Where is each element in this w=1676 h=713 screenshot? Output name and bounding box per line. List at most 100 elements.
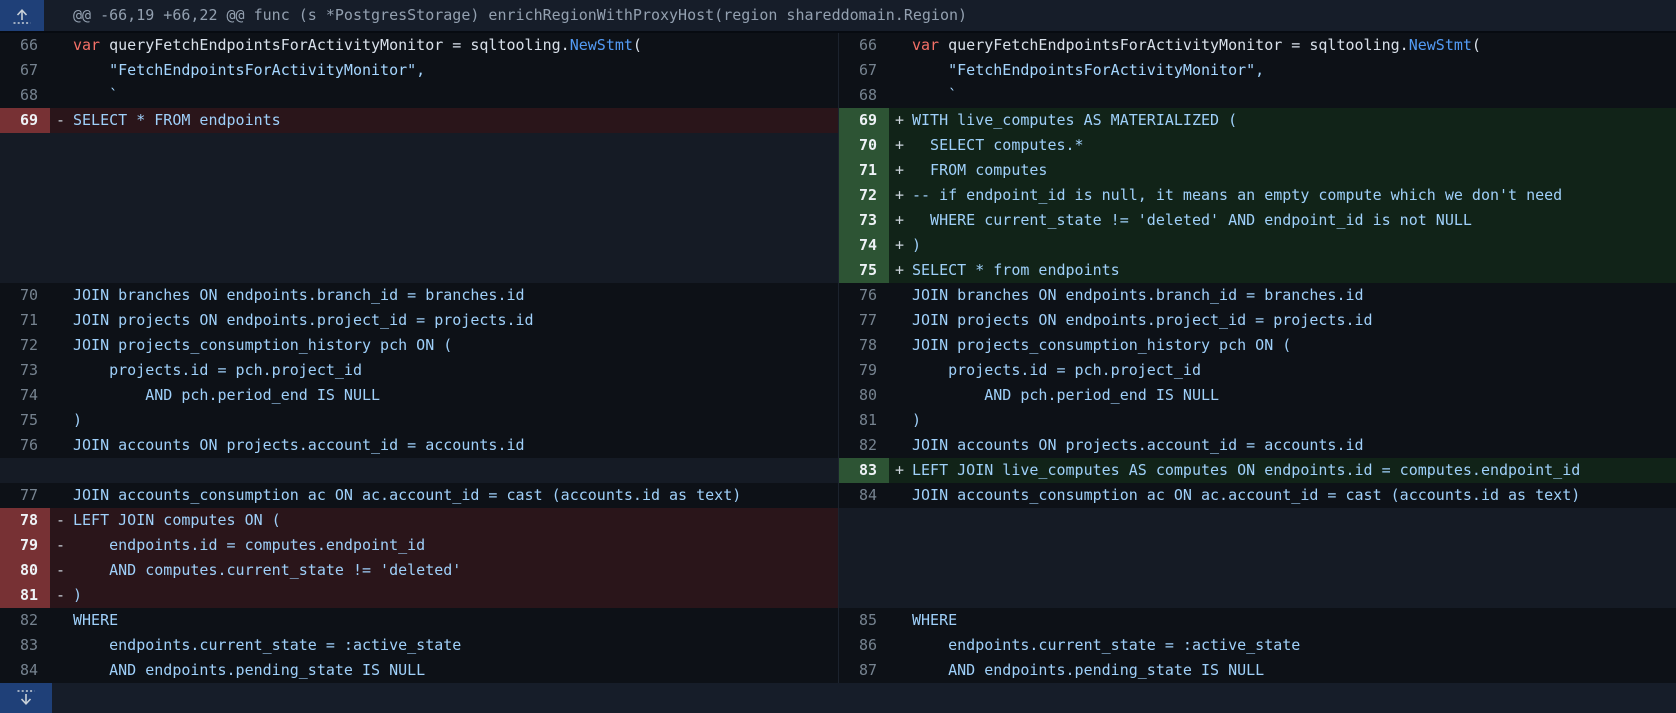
line-number[interactable]: 69 [839, 108, 889, 133]
line-number[interactable]: 79 [839, 358, 889, 383]
code-token: ( [1472, 36, 1481, 54]
code-line: JOIN accounts_consumption ac ON ac.accou… [73, 483, 838, 508]
line-number[interactable]: 84 [0, 658, 50, 683]
diff-marker: - [50, 108, 73, 133]
code-line: endpoints.current_state = :active_state [73, 633, 838, 658]
diff-marker [50, 433, 73, 458]
line-number[interactable]: 74 [0, 383, 50, 408]
diff-row: 84 AND endpoints.pending_state IS NULL [0, 658, 838, 683]
diff-marker [50, 58, 73, 83]
diff-marker [889, 58, 912, 83]
line-number[interactable]: 70 [0, 283, 50, 308]
line-number[interactable]: 72 [839, 183, 889, 208]
line-number[interactable]: 86 [839, 633, 889, 658]
line-number[interactable]: 75 [839, 258, 889, 283]
line-number[interactable]: 66 [0, 33, 50, 58]
line-number[interactable]: 76 [839, 283, 889, 308]
line-number[interactable]: 67 [839, 58, 889, 83]
diff-row: 72+-- if endpoint_id is null, it means a… [839, 183, 1676, 208]
line-number[interactable]: 71 [839, 158, 889, 183]
hunk-header: @@ -66,19 +66,22 @@ func (s *PostgresSto… [0, 0, 1676, 33]
code-line: "FetchEndpointsForActivityMonitor", [912, 58, 1676, 83]
line-number[interactable]: 82 [839, 433, 889, 458]
code-line: LEFT JOIN computes ON ( [73, 508, 838, 533]
diff-row: 68 ` [839, 83, 1676, 108]
diff-row: 82JOIN accounts ON projects.account_id =… [839, 433, 1676, 458]
line-number[interactable]: 82 [0, 608, 50, 633]
line-number[interactable]: 85 [839, 608, 889, 633]
expand-down-icon [15, 689, 37, 707]
diff-marker [50, 33, 73, 58]
expand-up-icon [11, 7, 33, 25]
diff-marker: + [889, 158, 912, 183]
diff-row: 78JOIN projects_consumption_history pch … [839, 333, 1676, 358]
code-line: endpoints.id = computes.endpoint_id [73, 533, 838, 558]
diff-row: 71+ FROM computes [839, 158, 1676, 183]
line-number[interactable]: 75 [0, 408, 50, 433]
line-number[interactable]: 73 [0, 358, 50, 383]
diff-row: 81-) [0, 583, 838, 608]
diff-row: 73+ WHERE current_state != 'deleted' AND… [839, 208, 1676, 233]
diff-split-view: 66var queryFetchEndpointsForActivityMoni… [0, 33, 1676, 683]
line-number[interactable]: 77 [839, 308, 889, 333]
expand-footer [0, 683, 1676, 713]
code-line: WHERE [912, 608, 1676, 633]
code-line: WHERE current_state != 'deleted' AND end… [912, 208, 1676, 233]
line-number[interactable]: 69 [0, 108, 50, 133]
code-line: JOIN accounts ON projects.account_id = a… [73, 433, 838, 458]
code-token: NewStmt [1409, 36, 1472, 54]
diff-filler-row [0, 133, 838, 158]
line-number[interactable]: 80 [0, 558, 50, 583]
diff-row: 78-LEFT JOIN computes ON ( [0, 508, 838, 533]
expand-down-button[interactable] [0, 683, 52, 713]
line-number[interactable]: 78 [0, 508, 50, 533]
line-number[interactable]: 81 [0, 583, 50, 608]
line-number[interactable]: 80 [839, 383, 889, 408]
diff-row: 71JOIN projects ON endpoints.project_id … [0, 308, 838, 333]
line-number[interactable]: 77 [0, 483, 50, 508]
line-number[interactable]: 71 [0, 308, 50, 333]
line-number[interactable]: 81 [839, 408, 889, 433]
diff-row: 67 "FetchEndpointsForActivityMonitor", [0, 58, 838, 83]
code-line: JOIN accounts_consumption ac ON ac.accou… [912, 483, 1676, 508]
code-line: JOIN projects_consumption_history pch ON… [73, 333, 838, 358]
code-line: projects.id = pch.project_id [912, 358, 1676, 383]
line-number[interactable]: 87 [839, 658, 889, 683]
line-number[interactable]: 72 [0, 333, 50, 358]
code-line: ` [912, 83, 1676, 108]
expand-up-button[interactable] [0, 0, 44, 31]
line-number[interactable]: 83 [0, 633, 50, 658]
diff-pane-old: 66var queryFetchEndpointsForActivityMoni… [0, 33, 838, 683]
code-line: SELECT * from endpoints [912, 258, 1676, 283]
diff-marker [50, 658, 73, 683]
diff-row: 68 ` [0, 83, 838, 108]
diff-filler-row [0, 458, 838, 483]
diff-filler-row [839, 583, 1676, 608]
code-line: projects.id = pch.project_id [73, 358, 838, 383]
diff-marker [889, 33, 912, 58]
diff-filler-row [0, 258, 838, 283]
diff-row: 80 AND pch.period_end IS NULL [839, 383, 1676, 408]
line-number[interactable]: 73 [839, 208, 889, 233]
diff-marker [50, 383, 73, 408]
diff-row: 69+WITH live_computes AS MATERIALIZED ( [839, 108, 1676, 133]
code-line: FROM computes [912, 158, 1676, 183]
line-number[interactable]: 74 [839, 233, 889, 258]
line-number[interactable]: 68 [0, 83, 50, 108]
line-number[interactable]: 79 [0, 533, 50, 558]
line-number[interactable]: 67 [0, 58, 50, 83]
line-number[interactable]: 84 [839, 483, 889, 508]
code-token: queryFetchEndpointsForActivityMonitor = … [109, 36, 570, 54]
diff-row: 83+LEFT JOIN live_computes AS computes O… [839, 458, 1676, 483]
line-number[interactable]: 70 [839, 133, 889, 158]
code-line: AND endpoints.pending_state IS NULL [73, 658, 838, 683]
line-number[interactable]: 76 [0, 433, 50, 458]
diff-marker [889, 308, 912, 333]
code-line: ) [73, 408, 838, 433]
diff-row: 86 endpoints.current_state = :active_sta… [839, 633, 1676, 658]
line-number[interactable]: 66 [839, 33, 889, 58]
line-number[interactable]: 78 [839, 333, 889, 358]
line-number[interactable]: 83 [839, 458, 889, 483]
line-number[interactable]: 68 [839, 83, 889, 108]
diff-row: 73 projects.id = pch.project_id [0, 358, 838, 383]
